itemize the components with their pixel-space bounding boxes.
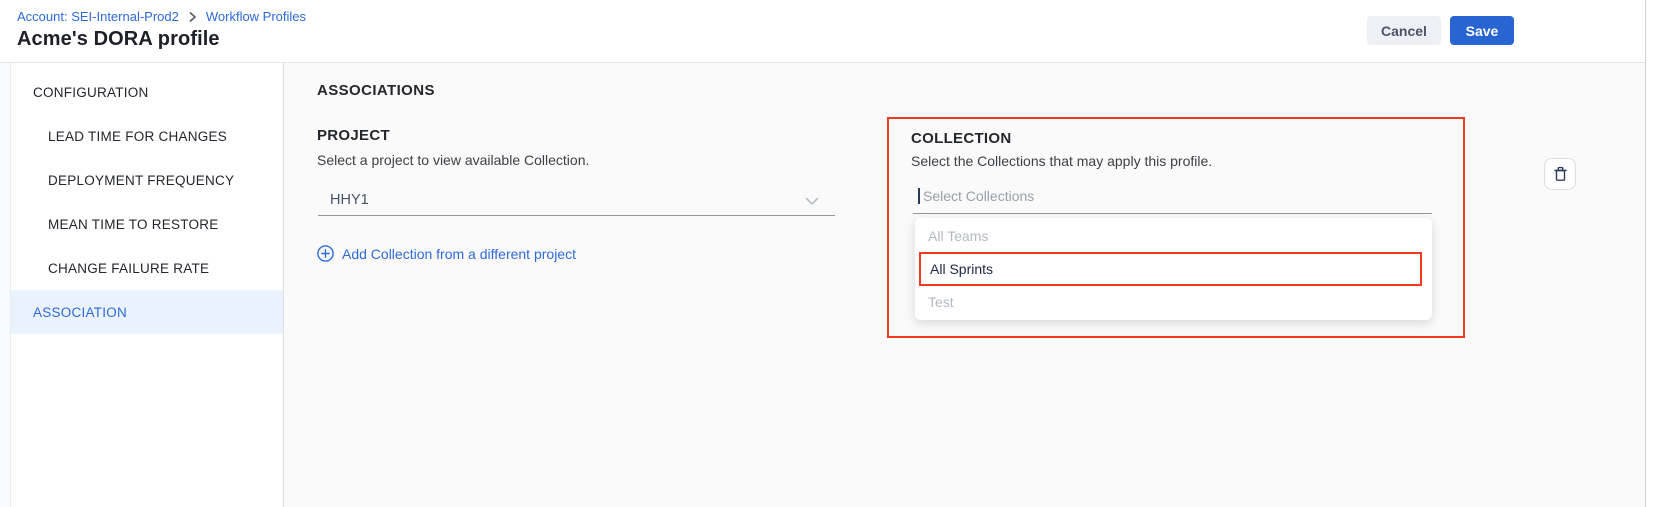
- sidebar-item-configuration[interactable]: CONFIGURATION: [11, 70, 283, 114]
- breadcrumb-workflow-profiles-link[interactable]: Workflow Profiles: [206, 9, 306, 24]
- project-description: Select a project to view available Colle…: [317, 152, 835, 168]
- sidebar-item-lead-time-for-changes[interactable]: LEAD TIME FOR CHANGES: [11, 114, 283, 158]
- dropdown-option-all-sprints[interactable]: All Sprints: [919, 252, 1422, 286]
- breadcrumb-account-link[interactable]: Account: SEI-Internal-Prod2: [17, 9, 179, 24]
- collection-section: COLLECTION Select the Collections that m…: [889, 119, 1463, 336]
- text-cursor: [918, 188, 920, 204]
- sidebar-item-deployment-frequency[interactable]: DEPLOYMENT FREQUENCY: [11, 158, 283, 202]
- collection-description: Select the Collections that may apply th…: [911, 153, 1212, 169]
- save-button[interactable]: Save: [1450, 16, 1514, 45]
- project-select-value: HHY1: [330, 192, 369, 208]
- collections-dropdown: All Teams All Sprints Test: [915, 218, 1432, 320]
- associations-section-title: ASSOCIATIONS: [317, 82, 435, 99]
- project-select[interactable]: HHY1: [318, 184, 835, 216]
- sidebar-item-mean-time-to-restore[interactable]: MEAN TIME TO RESTORE: [11, 202, 283, 246]
- sidebar-item-association[interactable]: ASSOCIATION: [11, 290, 283, 334]
- page-title: Acme's DORA profile: [17, 28, 220, 51]
- circle-plus-icon: [317, 245, 334, 262]
- scrollbar-track[interactable]: [1645, 0, 1678, 507]
- collections-multiselect-input[interactable]: Select Collections: [913, 179, 1432, 214]
- project-section: PROJECT Select a project to view availab…: [317, 127, 835, 262]
- project-title: PROJECT: [317, 127, 835, 144]
- chevron-right-icon: [188, 12, 197, 22]
- sidebar-nav: CONFIGURATION LEAD TIME FOR CHANGES DEPL…: [11, 63, 284, 507]
- chevron-down-icon: [805, 194, 819, 210]
- left-gutter: [0, 63, 11, 507]
- add-collection-link[interactable]: Add Collection from a different project: [317, 245, 576, 262]
- collection-title: COLLECTION: [911, 130, 1012, 147]
- trash-icon: [1553, 166, 1568, 182]
- associations-panel: ASSOCIATIONS PROJECT Select a project to…: [284, 63, 1645, 507]
- breadcrumb: Account: SEI-Internal-Prod2 Workflow Pro…: [17, 9, 306, 24]
- delete-association-button[interactable]: [1544, 158, 1576, 190]
- annotation-highlight-box-collection: COLLECTION Select the Collections that m…: [887, 117, 1465, 338]
- collections-input-placeholder: Select Collections: [923, 188, 1034, 204]
- dropdown-option-test[interactable]: Test: [915, 286, 1432, 318]
- sidebar-item-change-failure-rate[interactable]: CHANGE FAILURE RATE: [11, 246, 283, 290]
- page-header: Account: SEI-Internal-Prod2 Workflow Pro…: [0, 0, 1678, 63]
- add-collection-link-label: Add Collection from a different project: [342, 246, 576, 262]
- cancel-button[interactable]: Cancel: [1367, 16, 1441, 45]
- dropdown-option-all-teams[interactable]: All Teams: [915, 220, 1432, 252]
